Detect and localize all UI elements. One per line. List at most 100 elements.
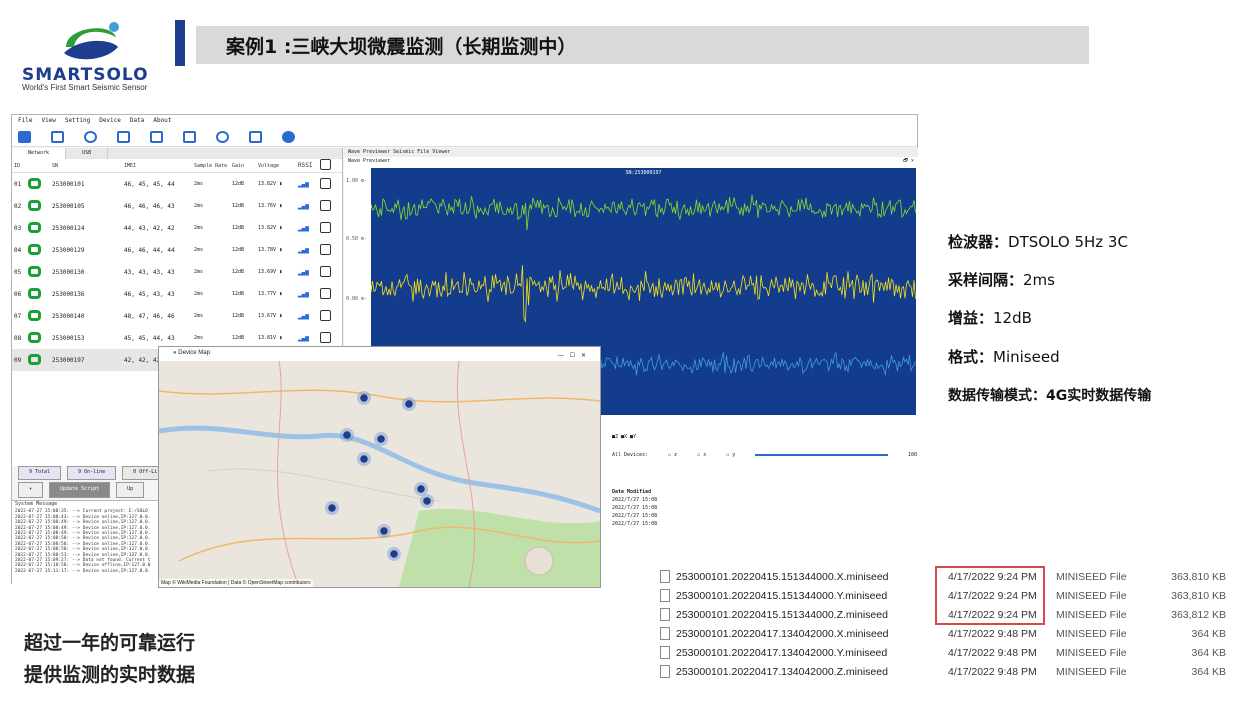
status-online-icon — [28, 309, 52, 323]
document-icon[interactable] — [51, 130, 64, 143]
device-pin-icon[interactable] — [357, 452, 371, 466]
signal-icon: ▂▄▆ — [298, 334, 309, 342]
caption-realtime: 提供监测的实时数据 — [24, 664, 196, 686]
table-row[interactable]: 03 253000124 44, 43, 42, 42 2ms 12dB 13.… — [12, 217, 342, 239]
close-icon[interactable]: 🗗 × — [903, 158, 914, 165]
device-imei: 46, 46, 44, 44 — [124, 246, 175, 254]
map-canvas[interactable]: Map © WikiMedia Foundation | Data © Open… — [159, 360, 600, 587]
device-imei: 45, 45, 44, 43 — [124, 334, 175, 342]
table-row[interactable]: 06 253000136 46, 45, 43, 43 2ms 12dB 13.… — [12, 283, 342, 305]
device-pin-icon[interactable] — [374, 432, 388, 446]
check-y[interactable]: ☐ y — [726, 452, 735, 458]
menu-file[interactable]: File — [18, 117, 32, 125]
device-sn: 253000140 — [52, 312, 85, 320]
zoom-value: 100 — [907, 452, 917, 458]
row-checkbox[interactable] — [320, 243, 331, 255]
device-pin-icon[interactable] — [325, 501, 339, 515]
status-online-icon — [28, 221, 52, 235]
menu-setting[interactable]: Setting — [65, 117, 90, 125]
menu-view[interactable]: View — [41, 117, 55, 125]
up-button[interactable]: Up — [116, 482, 145, 498]
tab-network[interactable]: Network — [12, 148, 67, 159]
image-icon[interactable] — [117, 130, 130, 143]
device-voltage: 13.82V ▮ — [258, 225, 283, 231]
table-row[interactable]: 02 253000105 46, 46, 46, 43 2ms 12dB 13.… — [12, 195, 342, 217]
waveform-trace — [371, 265, 916, 323]
table-row[interactable]: 05 253000130 43, 43, 43, 43 2ms 12dB 13.… — [12, 261, 342, 283]
table-row[interactable]: 01 253000101 46, 45, 45, 44 2ms 12dB 13.… — [12, 173, 342, 195]
update-script-button[interactable]: Update Script — [49, 482, 111, 498]
device-voltage: 13.69V ▮ — [258, 269, 283, 275]
menu-about[interactable]: About — [153, 117, 171, 125]
device-pin-icon[interactable] — [402, 397, 416, 411]
spec-sensor: 检波器：DTSOLO 5Hz 3C — [948, 233, 1128, 251]
file-type: MINISEED File — [1056, 608, 1127, 621]
row-checkbox[interactable] — [320, 309, 331, 321]
device-voltage: 13.76V ▮ — [258, 203, 283, 209]
signal-icon: ▂▄▆ — [298, 268, 309, 276]
row-checkbox[interactable] — [320, 221, 331, 233]
check-x[interactable]: ☐ x — [697, 452, 706, 458]
device-pin-icon[interactable] — [357, 391, 371, 405]
dropdown-button[interactable]: ▾ — [18, 482, 44, 498]
device-voltage: 13.82V ▮ — [258, 181, 283, 187]
logo-wordmark: SMARTSOLO — [22, 65, 149, 85]
date-row: 2022/7/27 15:08 — [612, 513, 658, 519]
device-pin-icon[interactable] — [420, 494, 434, 508]
chat-icon[interactable] — [18, 130, 31, 143]
toolbar — [12, 127, 917, 147]
date-row: 2022/7/27 15:08 — [612, 505, 658, 511]
col-rssi: RSSI — [298, 162, 313, 169]
col-gain: Gain — [232, 162, 245, 169]
device-sn: 253000153 — [52, 334, 85, 342]
menu-data[interactable]: Data — [130, 117, 144, 125]
total-button[interactable]: 9 Total — [18, 466, 62, 480]
file-date: 4/17/2022 9:48 PM — [948, 665, 1037, 678]
right-tabs[interactable]: Wave Previewer Seismic File Viewer — [344, 148, 918, 157]
row-checkbox[interactable] — [320, 287, 331, 299]
device-voltage: 13.67V ▮ — [258, 313, 283, 319]
globe-icon[interactable] — [282, 130, 295, 143]
map-background — [159, 360, 600, 587]
gear-icon[interactable] — [84, 130, 97, 143]
file-size: 363,810 KB — [1171, 589, 1226, 602]
file-type: MINISEED File — [1056, 665, 1127, 678]
online-button[interactable]: 9 On-line — [67, 466, 117, 480]
menu-device[interactable]: Device — [99, 117, 121, 125]
smartsolo-logo: SMARTSOLO World's First Smart Seismic Se… — [18, 15, 168, 95]
save-icon[interactable] — [150, 130, 163, 143]
table-row[interactable]: 04 253000129 46, 46, 44, 44 2ms 12dB 13.… — [12, 239, 342, 261]
title-accent-bar — [175, 20, 185, 66]
file-row[interactable]: 253000101.20220417.134042000.X.miniseed … — [660, 624, 1240, 643]
file-date: 4/17/2022 9:48 PM — [948, 627, 1037, 640]
file-row[interactable]: 253000101.20220417.134042000.Y.miniseed … — [660, 643, 1240, 662]
signal-icon: ▂▄▆ — [298, 290, 309, 298]
window-controls[interactable]: — ☐ ✕ — [558, 350, 586, 359]
file-icon — [660, 627, 670, 640]
zoom-slider[interactable] — [755, 454, 888, 456]
device-id: 05 — [14, 268, 22, 276]
select-all-checkbox[interactable] — [320, 159, 331, 170]
user-icon[interactable] — [249, 130, 262, 143]
check-z[interactable]: ☐ z — [668, 452, 677, 458]
device-table-header: ID SN IMEI Sample Rate Gain Voltage RSSI — [12, 159, 342, 173]
map-attribution: Map © WikiMedia Foundation | Data © Open… — [159, 579, 313, 587]
wave-panel-header: Wave Previewer 🗗 × — [344, 157, 918, 166]
device-imei: 46, 45, 45, 44 — [124, 180, 175, 188]
device-sn: 253000101 — [52, 180, 85, 188]
copy-icon[interactable] — [183, 130, 196, 143]
tab-usb[interactable]: USB — [66, 148, 109, 159]
left-tabs: Network USB — [12, 148, 342, 159]
col-rate: Sample Rate — [194, 162, 228, 169]
device-pin-icon[interactable] — [340, 428, 354, 442]
table-row[interactable]: 07 253000140 48, 47, 46, 46 2ms 12dB 13.… — [12, 305, 342, 327]
row-checkbox[interactable] — [320, 265, 331, 277]
device-id: 08 — [14, 334, 22, 342]
location-icon[interactable] — [216, 130, 229, 143]
row-checkbox[interactable] — [320, 177, 331, 189]
row-checkbox[interactable] — [320, 199, 331, 211]
device-pin-icon[interactable] — [377, 524, 391, 538]
row-checkbox[interactable] — [320, 331, 331, 343]
device-pin-icon[interactable] — [387, 547, 401, 561]
file-row[interactable]: 253000101.20220417.134042000.Z.miniseed … — [660, 662, 1240, 681]
